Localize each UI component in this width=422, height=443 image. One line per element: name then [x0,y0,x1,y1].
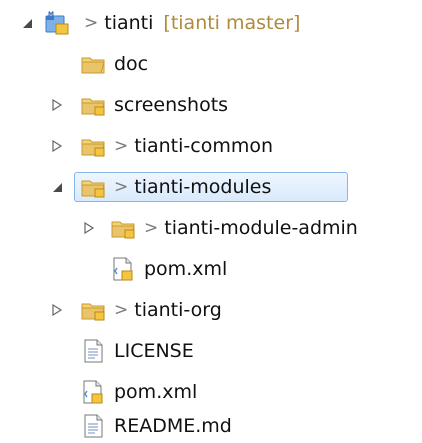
triangle-collapsed-icon[interactable] [50,139,64,153]
triangle-expanded-icon[interactable] [50,180,64,194]
file-name: pom.xml [114,381,198,403]
module-name: tianti-common [134,135,274,157]
folder-icon [80,51,106,77]
module-name: tianti-modules [134,176,272,198]
folder-name: doc [114,53,149,75]
svg-text:M: M [48,11,54,18]
source-folder-icon [80,92,106,118]
git-dirty-marker: > [144,218,159,238]
triangle-collapsed-icon[interactable] [50,98,64,112]
file-name: README.md [114,415,232,437]
text-file-icon [80,338,106,364]
source-folder-icon [80,133,106,159]
pom-xml-icon [110,256,136,282]
project-name: tianti [104,12,154,34]
source-folder-icon [80,174,106,200]
folder-name: screenshots [114,94,229,116]
module-name: tianti-org [134,299,222,321]
git-dirty-marker: > [114,177,129,197]
git-dirty-marker: > [114,136,129,156]
source-folder-icon [80,297,106,323]
text-file-icon [80,413,106,439]
pom-xml-icon [80,379,106,405]
git-dirty-marker: > [114,300,129,320]
file-name: pom.xml [144,258,228,280]
triangle-expanded-icon[interactable] [20,16,34,30]
git-branch-label: [tianti master] [163,12,301,34]
project-explorer-tree: M > tianti [tianti master] doc screensho… [0,0,422,443]
module-name: tianti-module-admin [164,217,358,239]
maven-project-icon: M [44,10,70,36]
source-folder-icon [110,215,136,241]
triangle-collapsed-icon[interactable] [82,221,96,235]
triangle-collapsed-icon[interactable] [50,303,64,317]
file-name: LICENSE [114,340,194,362]
git-dirty-marker: > [84,13,99,33]
